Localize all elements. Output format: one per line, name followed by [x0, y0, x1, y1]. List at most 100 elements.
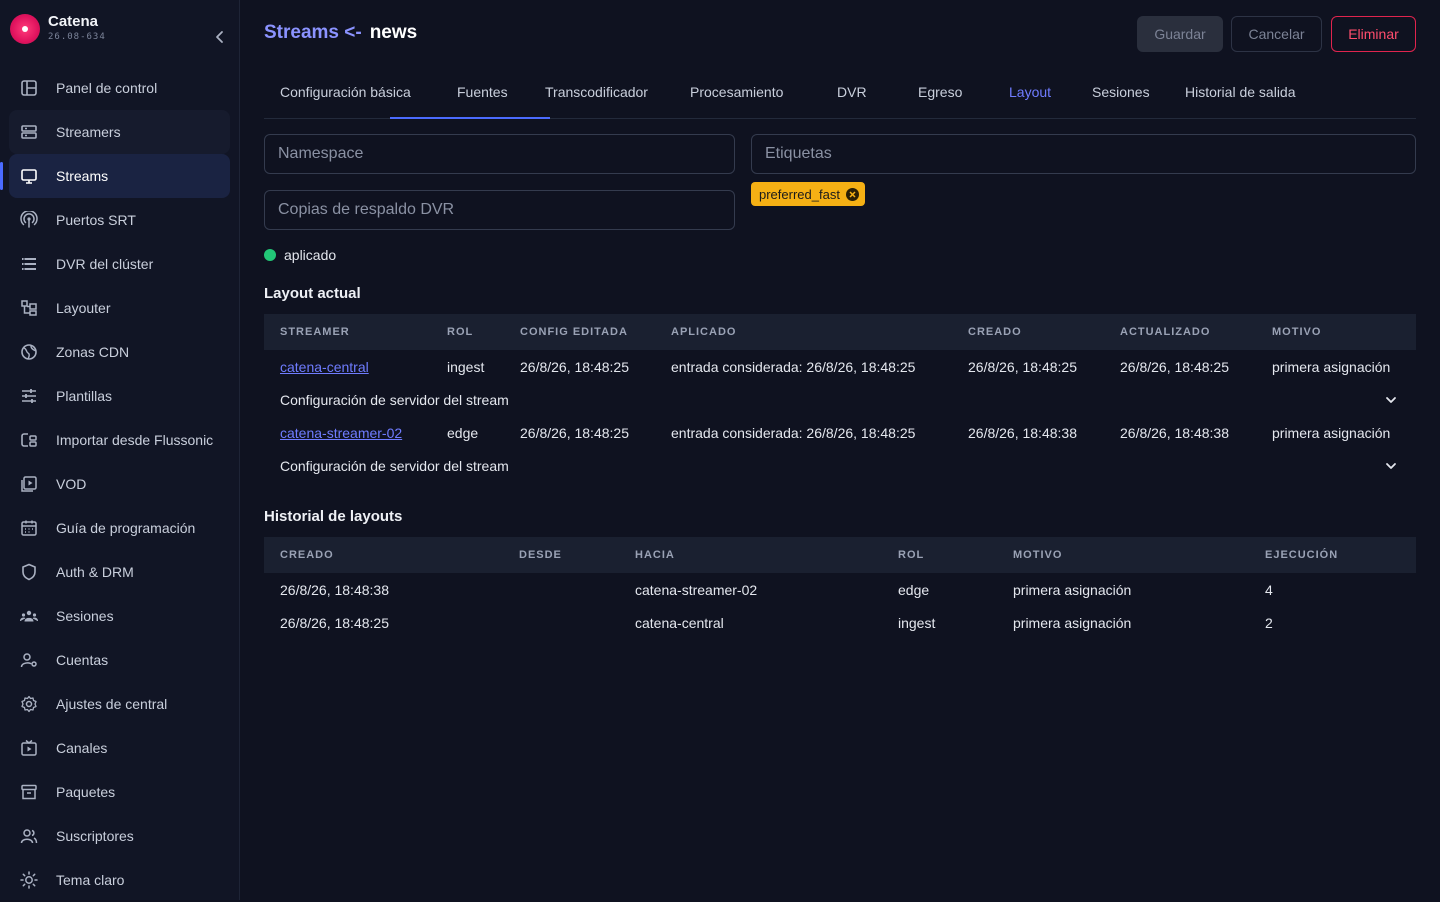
- sidebar-item-label: Streams: [56, 168, 109, 184]
- layout-actual-title: Layout actual: [264, 285, 361, 302]
- sidebar-item-ajustes-central[interactable]: Ajustes de central: [9, 682, 230, 726]
- historial-layouts-title: Historial de layouts: [264, 508, 403, 525]
- collapse-sidebar-button[interactable]: [205, 22, 235, 52]
- table-header-row: CREADO DESDE HACIA ROL MOTIVO EJECUCIÓN: [264, 537, 1416, 573]
- tab-configuracion-basica[interactable]: Configuración básica: [280, 84, 411, 100]
- namespace-input[interactable]: [265, 135, 734, 173]
- column-header: CREADO: [264, 537, 503, 573]
- save-button[interactable]: Guardar: [1137, 16, 1223, 52]
- config-edited-cell: 26/8/26, 18:48:25: [520, 358, 629, 375]
- column-header: STREAMER: [264, 314, 431, 350]
- brand-version: 26.08-634: [48, 32, 106, 42]
- sidebar-item-puertos-srt[interactable]: Puertos SRT: [9, 198, 230, 242]
- dvr-backup-input[interactable]: [265, 191, 734, 229]
- sidebar-item-auth-drm[interactable]: Auth & DRM: [9, 550, 230, 594]
- sidebar-item-label: Panel de control: [56, 80, 158, 96]
- stream-name: news: [369, 22, 418, 43]
- sidebar-item-vod[interactable]: VOD: [9, 462, 230, 506]
- main-content: Streams <- news Guardar Cancelar Eliminar…: [240, 0, 1440, 900]
- brand[interactable]: Catena 26.08-634: [10, 12, 230, 46]
- streamer-link[interactable]: catena-streamer-02: [280, 425, 402, 441]
- chevron-left-icon: [216, 31, 223, 43]
- users-icon: [20, 610, 38, 622]
- sidebar-item-paquetes[interactable]: Paquetes: [9, 770, 230, 814]
- sidebar-item-label: DVR del clúster: [56, 256, 154, 272]
- chevron-down-icon[interactable]: [1384, 393, 1398, 407]
- tab-procesamiento[interactable]: Procesamiento: [690, 84, 783, 100]
- shield-icon: [22, 563, 36, 581]
- sidebar-item-panel-de-control[interactable]: Panel de control: [9, 66, 230, 110]
- sidebar-item-label: Suscriptores: [56, 828, 134, 844]
- import-icon: [21, 433, 37, 447]
- historial-layouts-table: CREADO DESDE HACIA ROL MOTIVO EJECUCIÓN …: [264, 537, 1416, 639]
- tab-dvr[interactable]: DVR: [837, 84, 867, 100]
- sidebar-item-label: Layouter: [56, 300, 111, 316]
- to-cell: catena-streamer-02: [635, 581, 758, 598]
- antenna-icon: [20, 211, 38, 228]
- streamer-link[interactable]: catena-central: [280, 359, 369, 375]
- sidebar-item-tema-claro[interactable]: Tema claro: [9, 858, 230, 902]
- sidebar-item-canales[interactable]: Canales: [9, 726, 230, 770]
- dvr-backup-field[interactable]: [264, 190, 735, 230]
- sidebar-item-label: Importar desde Flussonic: [56, 432, 214, 448]
- config-expand-cell[interactable]: Configuración de servidor del stream: [264, 383, 1416, 416]
- sidebar-item-label: VOD: [56, 476, 87, 492]
- sliders-icon: [22, 389, 36, 403]
- status-indicator: aplicado: [264, 247, 336, 263]
- tab-historial-salida[interactable]: Historial de salida: [1185, 84, 1296, 100]
- delete-button[interactable]: Eliminar: [1331, 16, 1416, 52]
- sidebar-item-guia-programacion[interactable]: Guía de programación: [9, 506, 230, 550]
- column-header: ACTUALIZADO: [1104, 314, 1256, 350]
- sidebar-item-cuentas[interactable]: Cuentas: [9, 638, 230, 682]
- tab-egreso[interactable]: Egreso: [918, 84, 962, 100]
- status-dot: [264, 249, 276, 261]
- brand-name: Catena: [48, 13, 99, 30]
- tv-icon: [21, 739, 37, 756]
- tags-field[interactable]: [751, 134, 1416, 174]
- streamer-cell: catena-central: [264, 350, 431, 383]
- config-expand-cell[interactable]: Configuración de servidor del stream: [264, 449, 1416, 482]
- sidebar-item-plantillas[interactable]: Plantillas: [9, 374, 230, 418]
- remove-tag-button[interactable]: [845, 187, 859, 201]
- tags-input[interactable]: [752, 135, 1415, 173]
- tab-fuentes[interactable]: Fuentes: [457, 84, 508, 100]
- tag-chip: preferred_fast: [751, 182, 865, 206]
- sidebar-item-sesiones[interactable]: Sesiones: [9, 594, 230, 638]
- tab-sesiones[interactable]: Sesiones: [1092, 84, 1150, 100]
- column-header: ROL: [882, 537, 997, 573]
- tab-transcodificador[interactable]: Transcodificador: [545, 84, 648, 100]
- namespace-field[interactable]: [264, 134, 735, 174]
- sidebar: Catena 26.08-634 Panel de control Stream…: [0, 0, 240, 900]
- from-cell: [503, 606, 619, 639]
- sidebar-item-dvr-del-cluster[interactable]: DVR del clúster: [9, 242, 230, 286]
- applied-cell: entrada considerada: 26/8/26, 18:48:25: [671, 424, 916, 441]
- sidebar-item-layouter[interactable]: Layouter: [9, 286, 230, 330]
- sidebar-item-streams[interactable]: Streams: [0, 154, 230, 198]
- breadcrumb-streams-link[interactable]: Streams <-: [264, 22, 362, 43]
- page-title: Streams <- news: [264, 22, 417, 44]
- storage-icon: [22, 258, 36, 270]
- config-expand-row[interactable]: Configuración de servidor del stream: [264, 449, 1416, 482]
- column-header: CREADO: [952, 314, 1104, 350]
- tab-layout[interactable]: Layout: [1009, 84, 1051, 100]
- column-header: MOTIVO: [997, 537, 1249, 573]
- sidebar-item-importar-flussonic[interactable]: Importar desde Flussonic: [9, 418, 230, 462]
- config-expand-row[interactable]: Configuración de servidor del stream: [264, 383, 1416, 416]
- config-expand-label: Configuración de servidor del stream: [280, 391, 509, 408]
- column-header: MOTIVO: [1256, 314, 1416, 350]
- tab-bar: Configuración básica Fuentes Transcodifi…: [264, 78, 1416, 119]
- cancel-button[interactable]: Cancelar: [1231, 16, 1322, 52]
- role-cell: ingest: [447, 358, 485, 375]
- created-cell: 26/8/26, 18:48:25: [280, 614, 389, 631]
- archive-icon: [21, 784, 37, 800]
- server-icon: [21, 125, 37, 139]
- sidebar-item-zonas-cdn[interactable]: Zonas CDN: [9, 330, 230, 374]
- to-cell: catena-central: [635, 614, 724, 631]
- table-row: 26/8/26, 18:48:25 catena-central ingest …: [264, 606, 1416, 639]
- sidebar-item-streamers[interactable]: Streamers: [9, 110, 230, 154]
- sidebar-item-suscriptores[interactable]: Suscriptores: [9, 814, 230, 858]
- config-edited-cell: 26/8/26, 18:48:25: [520, 424, 629, 441]
- sidebar-item-label: Puertos SRT: [56, 212, 136, 228]
- column-header: APLICADO: [655, 314, 952, 350]
- chevron-down-icon[interactable]: [1384, 459, 1398, 473]
